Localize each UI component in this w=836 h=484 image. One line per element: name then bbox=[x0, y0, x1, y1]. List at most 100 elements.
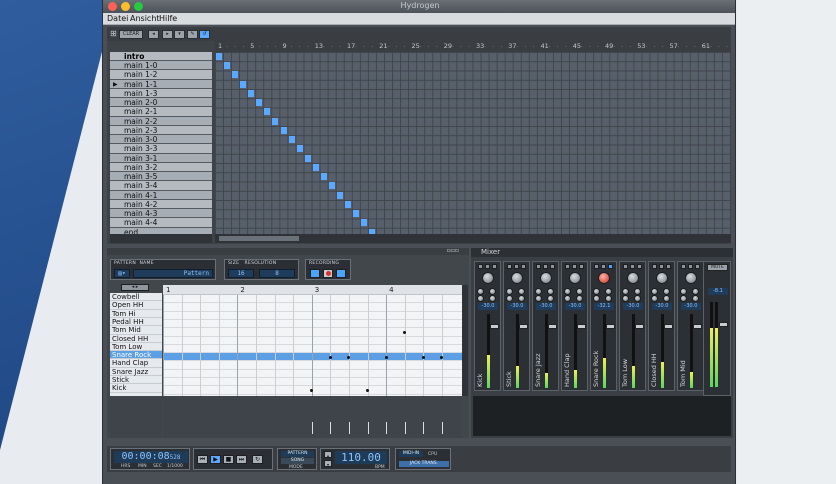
pan-knob[interactable] bbox=[685, 272, 697, 284]
channel-fader[interactable] bbox=[635, 324, 644, 329]
forward-button[interactable]: ⏭ bbox=[236, 455, 247, 464]
fx-send-knob[interactable] bbox=[634, 288, 641, 295]
solo-button[interactable] bbox=[637, 264, 642, 269]
play-sample-button[interactable] bbox=[507, 264, 512, 269]
instrument-row[interactable]: Tom Hi bbox=[110, 310, 162, 318]
velocity-bar[interactable] bbox=[386, 422, 388, 434]
title-bar[interactable]: Hydrogen bbox=[103, 0, 735, 13]
instrument-row[interactable]: Tom Low bbox=[110, 343, 162, 352]
fx-send-knob[interactable] bbox=[680, 288, 687, 295]
velocity-bar[interactable] bbox=[441, 422, 443, 434]
song-cell-active[interactable] bbox=[320, 173, 327, 181]
solo-button[interactable] bbox=[666, 264, 671, 269]
master-fader[interactable] bbox=[719, 322, 728, 327]
fx-send-knob[interactable] bbox=[547, 288, 554, 295]
pattern-list-scrollbar[interactable] bbox=[110, 234, 212, 243]
fx-send-knob[interactable] bbox=[680, 295, 687, 302]
fx-send-knob[interactable] bbox=[477, 288, 484, 295]
channel-fader[interactable] bbox=[577, 324, 586, 329]
resolution-dropdown[interactable]: 8 bbox=[259, 269, 295, 278]
fx-send-knob[interactable] bbox=[634, 295, 641, 302]
song-cell-active[interactable] bbox=[216, 53, 222, 60]
velocity-bar[interactable] bbox=[367, 422, 369, 434]
mute-button[interactable] bbox=[514, 264, 519, 269]
note[interactable] bbox=[403, 330, 407, 334]
velocity-bar[interactable] bbox=[330, 422, 332, 434]
pattern-list-item[interactable]: main 1-0 bbox=[110, 61, 212, 71]
pan-knob[interactable] bbox=[569, 272, 581, 284]
song-cell-active[interactable] bbox=[240, 80, 247, 88]
draw-mode-button[interactable]: ✎ bbox=[187, 30, 198, 39]
menu-ansicht[interactable]: Ansicht bbox=[130, 14, 160, 23]
zoom-out-button[interactable]: ◂ bbox=[148, 30, 159, 39]
stop-button[interactable]: ■ bbox=[223, 455, 234, 464]
solo-button[interactable] bbox=[550, 264, 555, 269]
pan-knob[interactable] bbox=[540, 272, 552, 284]
velocity-bar[interactable] bbox=[423, 422, 425, 434]
mute-button[interactable] bbox=[485, 264, 490, 269]
pattern-grid[interactable]: 1 2 3 4 bbox=[163, 285, 462, 396]
fx-send-knob[interactable] bbox=[564, 295, 571, 302]
song-cell-active[interactable] bbox=[328, 182, 335, 190]
instrument-row[interactable]: Open HH bbox=[110, 301, 162, 310]
channel-fader[interactable] bbox=[548, 324, 557, 329]
menu-hilfe[interactable]: Hilfe bbox=[159, 14, 177, 23]
fx-send-knob[interactable] bbox=[535, 288, 542, 295]
note[interactable] bbox=[421, 355, 425, 359]
song-cell-active[interactable] bbox=[248, 89, 255, 97]
fx-send-knob[interactable] bbox=[651, 295, 658, 302]
pattern-list-item[interactable]: main 1-3 bbox=[110, 88, 212, 99]
quantize-button[interactable] bbox=[336, 269, 346, 278]
fx-send-knob[interactable] bbox=[489, 295, 496, 302]
song-cell-active[interactable] bbox=[272, 117, 279, 125]
menu-datei[interactable]: Datei bbox=[107, 14, 128, 23]
zoom-buttons[interactable]: ◂ ▸ bbox=[121, 284, 149, 291]
pattern-list-item[interactable]: main 3-1 bbox=[110, 153, 212, 163]
play-sample-button[interactable] bbox=[536, 264, 541, 269]
pattern-list-item[interactable]: main 3-0 bbox=[110, 135, 212, 145]
solo-button[interactable] bbox=[579, 264, 584, 269]
pattern-list-item[interactable]: main 2-2 bbox=[110, 116, 212, 126]
pattern-name-field[interactable]: Pattern bbox=[133, 269, 213, 278]
select-mode-button[interactable]: ▾ bbox=[174, 30, 185, 39]
fx-send-knob[interactable] bbox=[576, 295, 583, 302]
play-sample-button[interactable] bbox=[681, 264, 686, 269]
fx-send-knob[interactable] bbox=[663, 295, 670, 302]
play-sample-button[interactable] bbox=[623, 264, 628, 269]
play-sample-button[interactable] bbox=[594, 264, 599, 269]
fx-send-knob[interactable] bbox=[622, 295, 629, 302]
pattern-number-selector[interactable]: ▤▾ bbox=[114, 269, 130, 278]
mute-button[interactable] bbox=[688, 264, 693, 269]
song-horizontal-scrollbar[interactable] bbox=[215, 234, 731, 243]
hear-notes-button[interactable] bbox=[310, 269, 320, 278]
song-cell-active[interactable] bbox=[280, 126, 287, 134]
bpm-display[interactable]: 110.00 bbox=[335, 451, 387, 464]
song-grid[interactable] bbox=[215, 52, 731, 236]
fx-send-knob[interactable] bbox=[593, 288, 600, 295]
mute-button[interactable] bbox=[572, 264, 577, 269]
pan-knob[interactable] bbox=[598, 272, 610, 284]
loop-button-transport[interactable]: ↻ bbox=[252, 455, 263, 464]
song-cell-active[interactable] bbox=[361, 219, 368, 227]
scrollbar-thumb[interactable] bbox=[219, 236, 299, 241]
record-button[interactable] bbox=[323, 269, 333, 278]
pattern-list-item[interactable]: main 3-3 bbox=[110, 144, 212, 154]
channel-fader[interactable] bbox=[664, 324, 673, 329]
zoom-in-button[interactable]: ▸ bbox=[162, 30, 173, 39]
solo-button[interactable] bbox=[492, 264, 497, 269]
fx-send-knob[interactable] bbox=[506, 288, 513, 295]
fx-send-knob[interactable] bbox=[692, 288, 699, 295]
song-cell-active[interactable] bbox=[312, 163, 319, 171]
mute-button[interactable] bbox=[659, 264, 664, 269]
solo-button[interactable] bbox=[521, 264, 526, 269]
song-cell-active[interactable] bbox=[256, 99, 263, 107]
loop-button[interactable]: ↺ bbox=[199, 30, 210, 39]
mute-button[interactable] bbox=[630, 264, 635, 269]
velocity-bar[interactable] bbox=[311, 422, 313, 434]
note[interactable] bbox=[328, 355, 332, 359]
fx-send-knob[interactable] bbox=[518, 288, 525, 295]
bpm-up-button[interactable]: ▴ bbox=[324, 451, 332, 458]
fx-send-knob[interactable] bbox=[692, 295, 699, 302]
clear-button[interactable]: CLEAR bbox=[119, 30, 143, 39]
song-cell-active[interactable] bbox=[304, 154, 311, 162]
